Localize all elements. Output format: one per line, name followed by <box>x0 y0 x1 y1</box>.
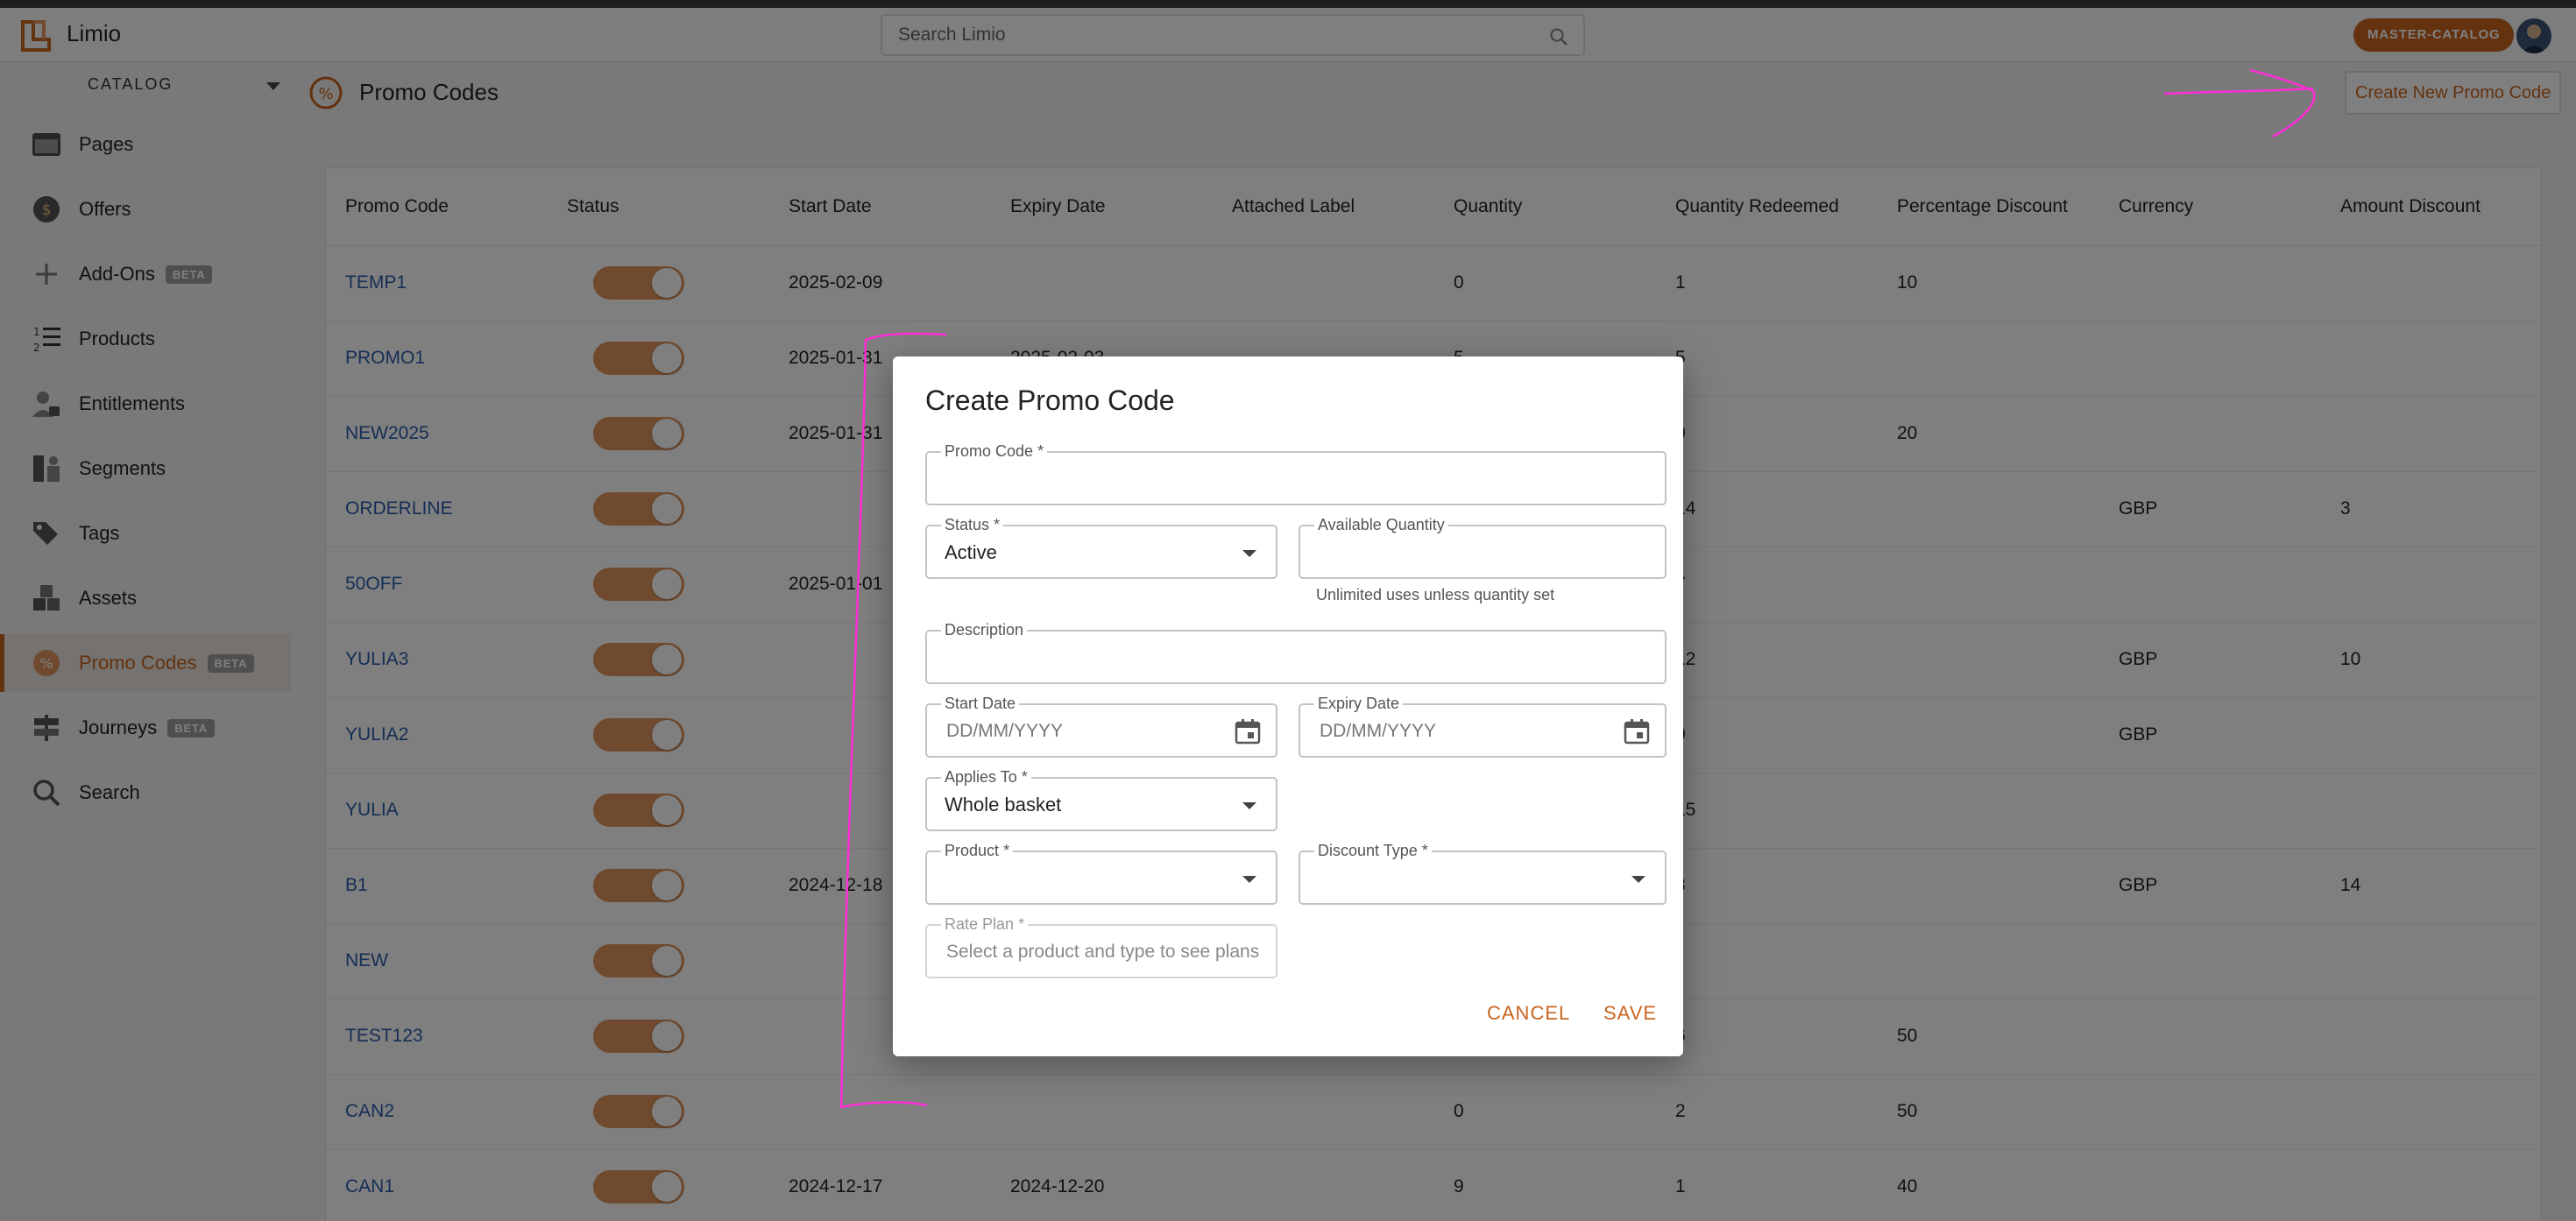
discount-type-select[interactable]: Discount Type * <box>1299 841 1667 905</box>
field-label: Status * <box>941 515 1004 534</box>
create-promo-code-dialog: Create Promo Code Promo Code * Status * … <box>893 356 1683 1056</box>
applies-to-select[interactable]: Applies To * Whole basket <box>925 767 1277 831</box>
promo-code-field[interactable]: Promo Code * <box>925 441 1667 505</box>
cancel-button[interactable]: CANCEL <box>1487 1002 1570 1025</box>
expiry-date-placeholder: DD/MM/YYYY <box>1320 721 1437 741</box>
save-button[interactable]: SAVE <box>1603 1002 1657 1025</box>
field-label: Expiry Date <box>1314 694 1404 713</box>
field-label: Promo Code * <box>941 441 1048 461</box>
chevron-down-icon <box>1242 802 1256 809</box>
description-field[interactable]: Description <box>925 620 1667 684</box>
available-quantity-helper: Unlimited uses unless quantity set <box>1316 586 1555 603</box>
start-date-field[interactable]: Start Date DD/MM/YYYY <box>925 694 1277 758</box>
calendar-icon[interactable] <box>1234 717 1262 745</box>
available-quantity-field[interactable]: Available Quantity <box>1299 515 1667 579</box>
status-value: Active <box>945 541 997 563</box>
dialog-title: Create Promo Code <box>925 385 1175 416</box>
rate-plan-field[interactable]: Rate Plan * Select a product and type to… <box>925 914 1277 978</box>
field-label: Applies To * <box>941 767 1031 787</box>
calendar-icon[interactable] <box>1623 717 1651 745</box>
field-label: Product * <box>941 841 1014 860</box>
product-select[interactable]: Product * <box>925 841 1277 905</box>
start-date-placeholder: DD/MM/YYYY <box>946 721 1064 741</box>
field-label: Description <box>941 620 1028 639</box>
chevron-down-icon <box>1631 876 1645 883</box>
chevron-down-icon <box>1242 550 1256 557</box>
field-label: Available Quantity <box>1314 515 1448 534</box>
expiry-date-field[interactable]: Expiry Date DD/MM/YYYY <box>1299 694 1667 758</box>
rate-plan-placeholder: Select a product and type to see plans <box>946 942 1260 962</box>
chevron-down-icon <box>1242 876 1256 883</box>
field-label: Start Date <box>941 694 1020 713</box>
field-label: Discount Type * <box>1314 841 1432 860</box>
status-select[interactable]: Status * Active <box>925 515 1277 579</box>
applies-to-value: Whole basket <box>945 794 1062 815</box>
field-label: Rate Plan * <box>941 914 1029 934</box>
